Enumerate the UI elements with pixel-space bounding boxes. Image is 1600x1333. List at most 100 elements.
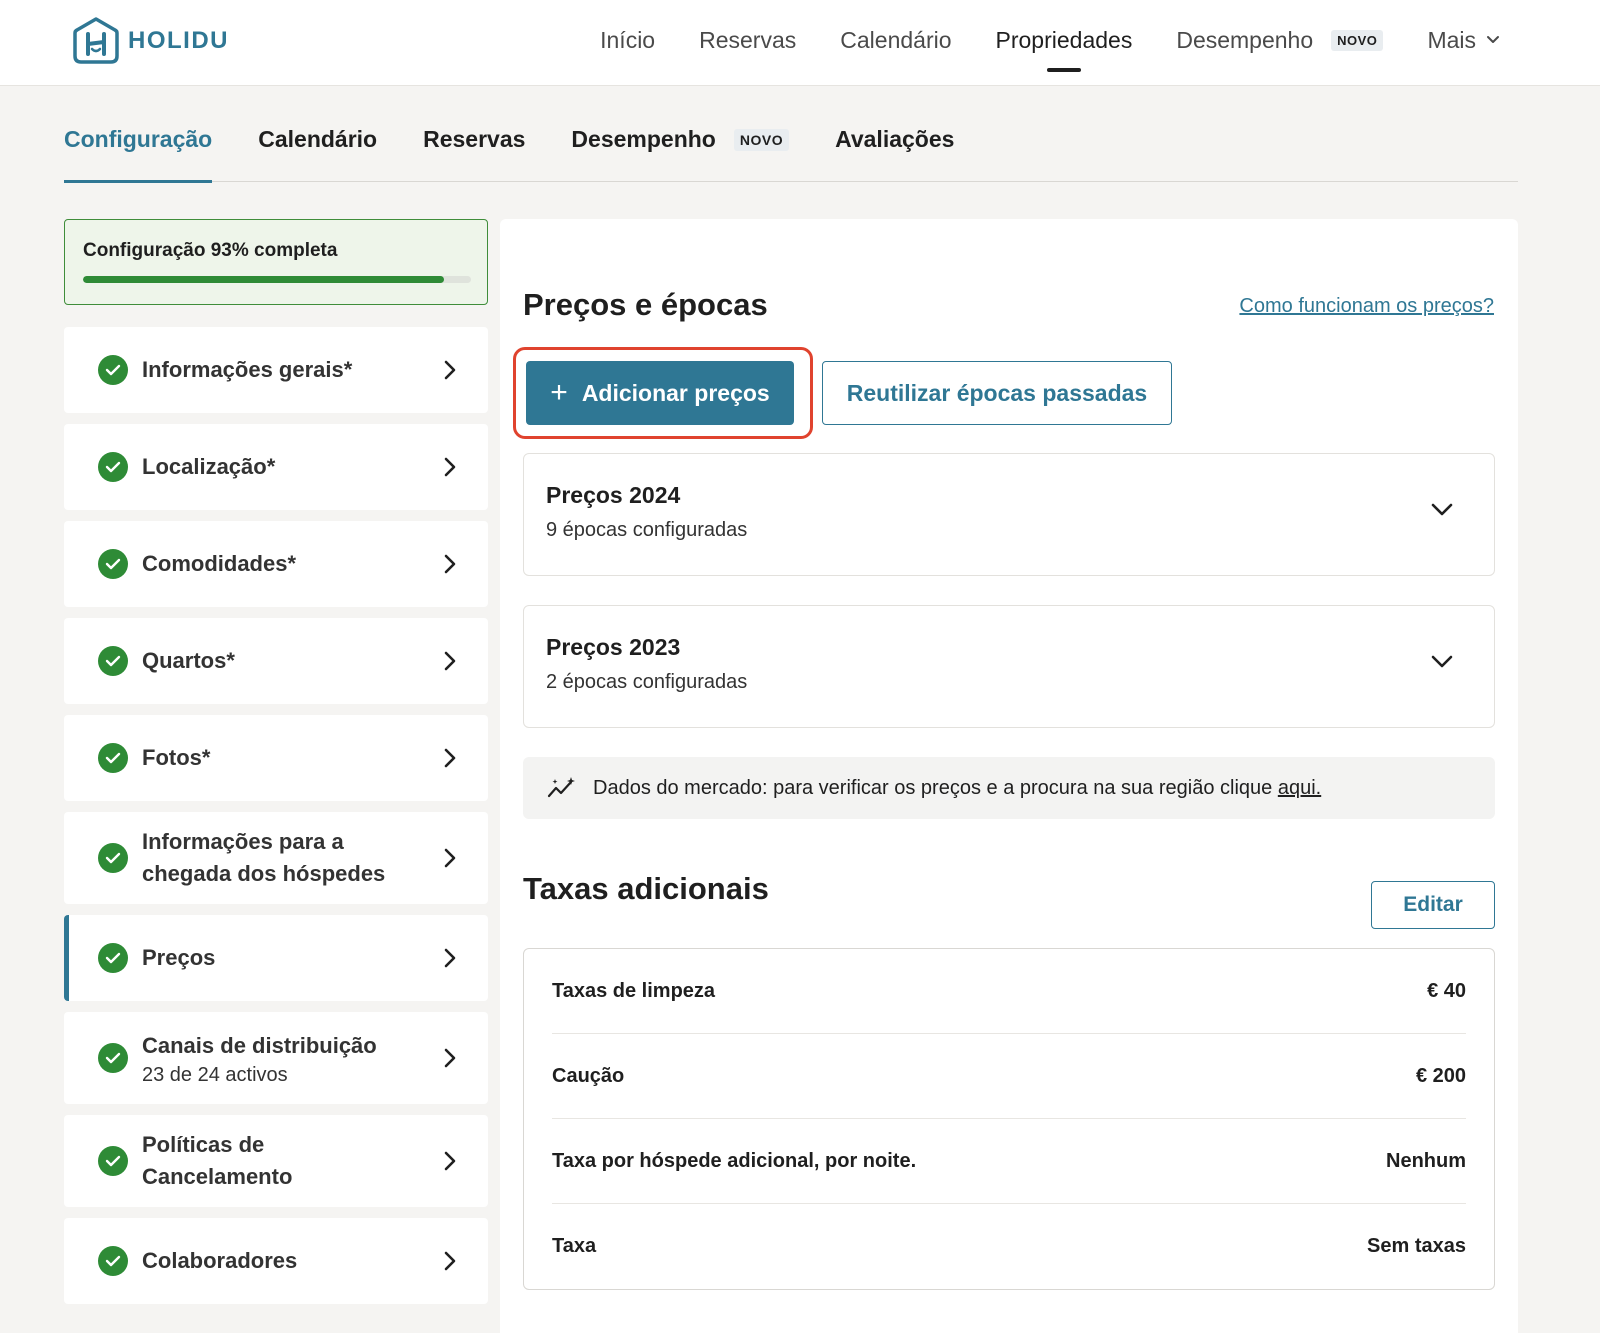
sidebar-item-label: Colaboradores bbox=[142, 1248, 298, 1273]
fee-row: Caução € 200 bbox=[552, 1034, 1466, 1119]
brand-name: HOLIDU bbox=[128, 27, 229, 54]
prices-2024-accordion[interactable]: Preços 2024 9 épocas configuradas bbox=[523, 453, 1495, 576]
property-tabs: Configuração Calendário Reservas Desempe… bbox=[64, 120, 1518, 183]
sidebar-item-quartos[interactable]: Quartos* bbox=[64, 618, 488, 704]
check-circle-icon bbox=[98, 549, 128, 579]
sidebar-item-label: Comodidades* bbox=[142, 551, 297, 576]
sidebar-item-colaboradores[interactable]: Colaboradores bbox=[64, 1218, 488, 1304]
sidebar-item-chegada-hospedes[interactable]: Informações para a chegada dos hóspedes bbox=[64, 812, 488, 904]
nav-reservas[interactable]: Reservas bbox=[699, 22, 796, 58]
sidebar-item-label: Informações gerais* bbox=[142, 357, 353, 382]
fee-label: Caução bbox=[552, 1064, 625, 1087]
nav-label: Reservas bbox=[699, 26, 797, 53]
add-prices-button[interactable]: + Adicionar preços bbox=[526, 361, 794, 425]
chevron-right-icon bbox=[440, 651, 460, 671]
check-circle-icon bbox=[98, 943, 128, 973]
fee-row: Taxas de limpeza € 40 bbox=[552, 949, 1466, 1034]
check-circle-icon bbox=[98, 1146, 128, 1176]
chevron-right-icon bbox=[440, 1251, 460, 1271]
tab-label: Avaliações bbox=[835, 126, 955, 152]
check-circle-icon bbox=[98, 743, 128, 773]
fee-label: Taxas de limpeza bbox=[552, 979, 716, 1002]
tab-configuracao[interactable]: Configuração bbox=[64, 120, 213, 183]
tab-label: Calendário bbox=[258, 126, 378, 152]
new-badge: NOVO bbox=[1331, 29, 1384, 51]
sidebar-item-label: Políticas de Cancelamento bbox=[142, 1132, 293, 1189]
nav-inicio[interactable]: Início bbox=[600, 22, 655, 58]
nav-label: Propriedades bbox=[995, 26, 1133, 53]
tab-desempenho[interactable]: Desempenho NOVO bbox=[571, 120, 790, 182]
market-data-link[interactable]: aqui. bbox=[1278, 777, 1321, 799]
progress-bar-fill bbox=[83, 276, 444, 283]
accordion-title: Preços 2024 bbox=[546, 482, 681, 508]
setup-progress-card: Configuração 93% completa bbox=[64, 219, 488, 305]
highlight-outline: + Adicionar preços bbox=[513, 347, 813, 439]
market-data-message: Dados do mercado: para verificar os preç… bbox=[593, 776, 1278, 799]
fee-row: Taxa por hóspede adicional, por noite. N… bbox=[552, 1119, 1466, 1204]
sidebar-item-precos[interactable]: Preços bbox=[64, 915, 488, 1001]
tab-reservas[interactable]: Reservas bbox=[423, 120, 525, 182]
fee-value: € 200 bbox=[1415, 1064, 1466, 1087]
chevron-right-icon bbox=[440, 457, 460, 477]
check-circle-icon bbox=[98, 452, 128, 482]
sidebar-item-canais-distribuicao[interactable]: Canais de distribuição 23 de 24 activos bbox=[64, 1012, 488, 1104]
fee-row: Taxa Sem taxas bbox=[552, 1204, 1466, 1289]
chevron-down-icon bbox=[1486, 35, 1500, 45]
tab-avaliacoes[interactable]: Avaliações bbox=[835, 120, 954, 182]
tab-label: Desempenho bbox=[571, 126, 716, 152]
chevron-right-icon bbox=[440, 1048, 460, 1068]
pricing-panel: Preços e épocas Como funcionam os preços… bbox=[500, 219, 1518, 1333]
accordion-title: Preços 2023 bbox=[546, 634, 681, 660]
nav-label: Calendário bbox=[840, 26, 952, 53]
top-navigation-bar: HOLIDU Início Reservas Calendário Propri… bbox=[0, 0, 1600, 86]
market-data-text: Dados do mercado: para verificar os preç… bbox=[593, 777, 1321, 800]
holidu-house-icon bbox=[73, 17, 119, 64]
sidebar-item-label: Quartos* bbox=[142, 648, 235, 673]
setup-sidebar: Informações gerais* Localização* Comodid… bbox=[64, 327, 488, 1315]
tab-label: Reservas bbox=[423, 126, 526, 152]
nav-mais[interactable]: Mais bbox=[1427, 22, 1500, 58]
sidebar-item-informacoes-gerais[interactable]: Informações gerais* bbox=[64, 327, 488, 413]
nav-label: Início bbox=[600, 26, 656, 53]
check-circle-icon bbox=[98, 355, 128, 385]
chevron-down-icon bbox=[1430, 502, 1454, 523]
main-nav: Início Reservas Calendário Propriedades … bbox=[556, 22, 1500, 58]
nav-propriedades[interactable]: Propriedades bbox=[996, 22, 1133, 58]
sidebar-item-comodidades[interactable]: Comodidades* bbox=[64, 521, 488, 607]
chevron-right-icon bbox=[440, 948, 460, 968]
check-circle-icon bbox=[98, 1043, 128, 1073]
pricing-help-link[interactable]: Como funcionam os preços? bbox=[1239, 295, 1494, 318]
market-data-banner: Dados do mercado: para verificar os preç… bbox=[523, 757, 1495, 819]
accordion-subtitle: 2 épocas configuradas bbox=[546, 671, 748, 693]
sidebar-item-fotos[interactable]: Fotos* bbox=[64, 715, 488, 801]
sidebar-item-politicas-cancelamento[interactable]: Políticas de Cancelamento bbox=[64, 1115, 488, 1207]
sidebar-item-label: Canais de distribuição bbox=[142, 1032, 377, 1058]
tab-calendario[interactable]: Calendário bbox=[258, 120, 377, 182]
tab-label: Configuração bbox=[64, 126, 213, 152]
sidebar-item-localizacao[interactable]: Localização* bbox=[64, 424, 488, 510]
check-circle-icon bbox=[98, 646, 128, 676]
fee-label: Taxa bbox=[552, 1235, 597, 1257]
sidebar-item-label: Preços bbox=[142, 945, 216, 970]
progress-bar bbox=[83, 276, 471, 283]
nav-desempenho[interactable]: Desempenho NOVO bbox=[1176, 22, 1384, 58]
trend-sparkle-icon bbox=[547, 777, 575, 798]
edit-fees-button[interactable]: Editar bbox=[1371, 881, 1495, 929]
accordion-subtitle: 9 épocas configuradas bbox=[546, 519, 748, 541]
chevron-right-icon bbox=[440, 1151, 460, 1171]
prices-2023-accordion[interactable]: Preços 2023 2 épocas configuradas bbox=[523, 605, 1495, 728]
fees-table: Taxas de limpeza € 40 Caução € 200 Taxa … bbox=[523, 948, 1495, 1290]
chevron-right-icon bbox=[440, 748, 460, 768]
nav-calendario[interactable]: Calendário bbox=[840, 22, 951, 58]
sidebar-item-label: Fotos* bbox=[142, 745, 211, 770]
nav-label: Desempenho bbox=[1176, 26, 1314, 53]
check-circle-icon bbox=[98, 843, 128, 873]
holidu-logo[interactable]: HOLIDU bbox=[72, 16, 229, 66]
plus-icon: + bbox=[550, 376, 568, 409]
fee-value: Nenhum bbox=[1386, 1149, 1466, 1172]
chevron-down-icon bbox=[1430, 654, 1454, 675]
reuse-seasons-button[interactable]: Reutilizar épocas passadas bbox=[822, 361, 1172, 425]
fee-label: Taxa por hóspede adicional, por noite. bbox=[552, 1149, 917, 1172]
progress-label: Configuração 93% completa bbox=[83, 240, 338, 261]
pricing-title: Preços e épocas bbox=[523, 287, 768, 322]
